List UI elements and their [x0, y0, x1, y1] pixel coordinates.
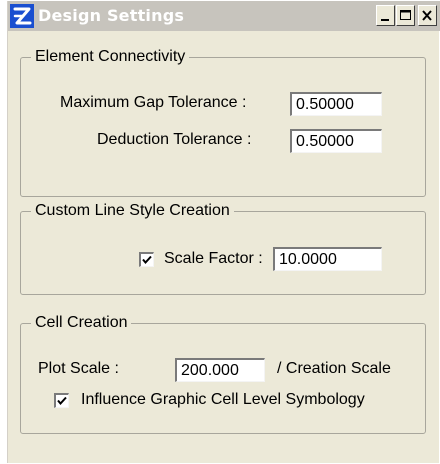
- cell-creation-legend: Cell Creation: [31, 313, 132, 333]
- close-icon: [422, 10, 432, 21]
- window-title: Design Settings: [38, 6, 185, 25]
- max-gap-tolerance-input[interactable]: [290, 92, 382, 116]
- influence-symbology-checkbox[interactable]: [54, 393, 69, 408]
- minimize-icon: [381, 19, 389, 21]
- element-connectivity-group: Element Connectivity Maximum Gap Toleran…: [20, 47, 426, 197]
- checkmark-icon: [57, 396, 67, 406]
- scale-factor-checkbox[interactable]: [139, 252, 154, 267]
- max-gap-tolerance-label: Maximum Gap Tolerance :: [60, 94, 247, 111]
- maximize-button[interactable]: [396, 5, 415, 26]
- cell-creation-group: Cell Creation Plot Scale : / Creation Sc…: [20, 313, 426, 434]
- deduction-tolerance-label: Deduction Tolerance :: [97, 131, 252, 148]
- scale-factor-label: Scale Factor :: [164, 250, 263, 267]
- custom-line-style-legend: Custom Line Style Creation: [31, 201, 234, 221]
- creation-scale-label: / Creation Scale: [277, 360, 391, 377]
- scale-factor-input[interactable]: [273, 247, 382, 271]
- close-button[interactable]: [418, 5, 437, 26]
- minimize-button[interactable]: [376, 5, 395, 26]
- plot-scale-label: Plot Scale :: [38, 360, 119, 377]
- element-connectivity-legend: Element Connectivity: [31, 47, 190, 67]
- plot-scale-input[interactable]: [175, 358, 265, 382]
- checkmark-icon: [142, 255, 152, 265]
- design-settings-window: Design Settings Element Connectivity Max…: [7, 1, 440, 463]
- influence-symbology-label: Influence Graphic Cell Level Symbology: [81, 391, 365, 408]
- custom-line-style-group: Custom Line Style Creation Scale Factor …: [20, 201, 426, 295]
- deduction-tolerance-input[interactable]: [290, 129, 382, 153]
- microstation-logo-icon: [10, 4, 34, 28]
- title-bar[interactable]: Design Settings: [8, 1, 440, 31]
- maximize-icon: [400, 10, 411, 20]
